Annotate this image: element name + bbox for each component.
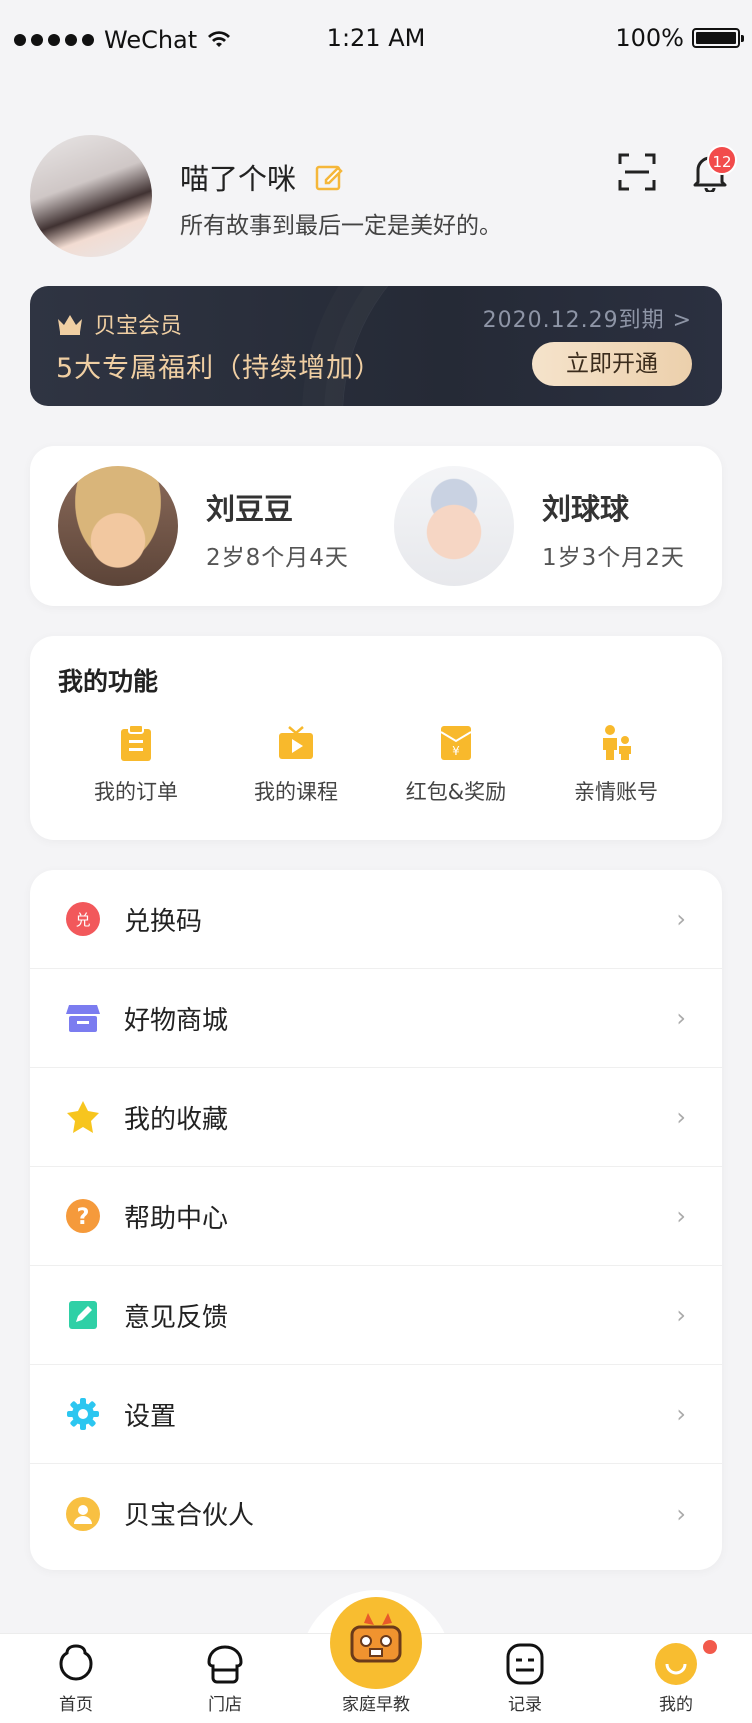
redeem-icon: 兑 <box>66 902 100 936</box>
child-name[interactable]: 刘球球 <box>542 486 629 528</box>
feature-red-envelope[interactable]: ¥ 红包&奖励 <box>376 724 536 806</box>
tab-label: 门店 <box>208 1695 242 1715</box>
menu-list: 兑 兑换码 › 好物商城 › 我的收藏 › ? 帮助中心 › 意见反馈 › 设置… <box>30 870 722 1570</box>
scan-icon[interactable] <box>617 152 657 192</box>
star-icon <box>67 1101 99 1133</box>
children-card: 刘豆豆 2岁8个月4天 刘球球 1岁3个月2天 <box>30 446 722 606</box>
chevron-right-icon: › <box>676 1301 686 1329</box>
menu-label: 贝宝合伙人 <box>124 1501 255 1531</box>
crown-icon <box>58 315 82 335</box>
menu-item-settings[interactable]: 设置 › <box>30 1365 722 1464</box>
child-avatar[interactable] <box>394 466 514 586</box>
feature-family-account[interactable]: 亲情账号 <box>536 724 696 806</box>
child-age: 1岁3个月2天 <box>542 545 685 571</box>
help-icon: ? <box>66 1199 100 1233</box>
battery-icon <box>692 28 744 48</box>
tab-label: 我的 <box>659 1695 693 1715</box>
me-icon <box>655 1643 697 1685</box>
feature-label: 我的订单 <box>94 780 178 804</box>
order-clipboard-icon <box>121 724 151 761</box>
store-icon <box>66 1005 100 1032</box>
store-tab-icon <box>207 1645 243 1684</box>
menu-item-favorites[interactable]: 我的收藏 › <box>30 1068 722 1167</box>
child-avatar[interactable] <box>58 466 178 586</box>
menu-item-store[interactable]: 好物商城 › <box>30 969 722 1068</box>
chevron-right-icon: › <box>676 1202 686 1230</box>
tab-label: 家庭早教 <box>342 1695 410 1715</box>
tab-store[interactable]: 门店 <box>175 1642 275 1715</box>
record-icon <box>506 1643 544 1685</box>
vip-title: 贝宝会员 <box>94 314 183 339</box>
menu-item-help[interactable]: ? 帮助中心 › <box>30 1167 722 1266</box>
feature-courses[interactable]: 我的课程 <box>216 724 376 806</box>
menu-item-feedback[interactable]: 意见反馈 › <box>30 1266 722 1365</box>
vip-benefit: 5大专属福利（持续增加） <box>56 353 383 384</box>
chevron-right-icon: › <box>676 1400 686 1428</box>
family-icon <box>603 725 631 760</box>
svg-text:?: ? <box>77 1205 90 1230</box>
course-tv-icon <box>279 726 313 759</box>
chevron-right-icon: › <box>676 905 686 933</box>
vip-banner[interactable]: 贝宝会员 5大专属福利（持续增加） 2020.12.29到期 > 立即开通 <box>30 286 722 406</box>
feature-orders[interactable]: 我的订单 <box>56 724 216 806</box>
home-icon <box>59 1644 93 1681</box>
edit-icon[interactable] <box>314 162 344 192</box>
notification-badge: 12 <box>707 145 737 175</box>
svg-text:¥: ¥ <box>452 744 460 758</box>
feature-label: 亲情账号 <box>574 780 658 804</box>
user-avatar[interactable] <box>30 135 152 257</box>
menu-label: 我的收藏 <box>124 1104 229 1135</box>
menu-item-redeem-code[interactable]: 兑 兑换码 › <box>30 870 722 969</box>
menu-label: 好物商城 <box>124 1005 229 1036</box>
menu-label: 设置 <box>124 1401 177 1432</box>
settings-gear-icon <box>67 1398 99 1430</box>
tab-label: 记录 <box>508 1695 542 1715</box>
features-card: 我的功能 我的订单 我的课程 ¥ 红包&奖励 亲情账号 <box>30 636 722 840</box>
svg-text:兑: 兑 <box>75 911 90 929</box>
red-envelope-icon: ¥ <box>440 726 472 760</box>
feature-label: 我的课程 <box>254 780 338 804</box>
chevron-right-icon: › <box>676 1499 686 1528</box>
chevron-right-icon: › <box>676 1004 686 1032</box>
me-tab-red-dot <box>703 1640 717 1654</box>
tab-early-education[interactable]: 家庭早教 <box>326 1690 426 1715</box>
feature-label: 红包&奖励 <box>405 780 507 804</box>
child-name[interactable]: 刘豆豆 <box>206 486 293 528</box>
early-education-icon <box>350 1613 402 1663</box>
vip-title-row: 贝宝会员 <box>56 308 182 340</box>
battery-status: 100% <box>615 24 744 52</box>
vip-expiry[interactable]: 2020.12.29到期 > <box>483 302 692 334</box>
user-name-row[interactable]: 喵了个咪 <box>180 156 344 198</box>
menu-label: 兑换码 <box>124 906 203 937</box>
features-title: 我的功能 <box>58 667 159 696</box>
user-name: 喵了个咪 <box>180 162 297 196</box>
tab-home[interactable]: 首页 <box>26 1642 126 1715</box>
status-bar: WeChat 1:21 AM 100% <box>0 0 752 80</box>
menu-item-partner[interactable]: 贝宝合伙人 › <box>30 1464 722 1563</box>
vip-activate-button[interactable]: 立即开通 <box>532 342 692 386</box>
early-education-button[interactable] <box>330 1597 422 1689</box>
battery-percent: 100% <box>615 24 684 52</box>
chevron-right-icon: › <box>676 1103 686 1131</box>
tab-record[interactable]: 记录 <box>475 1642 575 1715</box>
user-motto: 所有故事到最后一定是美好的。 <box>180 213 502 239</box>
tab-label: 首页 <box>59 1695 93 1715</box>
menu-label: 意见反馈 <box>124 1302 229 1333</box>
menu-label: 帮助中心 <box>124 1203 229 1234</box>
child-age: 2岁8个月4天 <box>206 545 349 571</box>
partner-icon <box>66 1496 100 1531</box>
feedback-icon <box>69 1301 97 1329</box>
